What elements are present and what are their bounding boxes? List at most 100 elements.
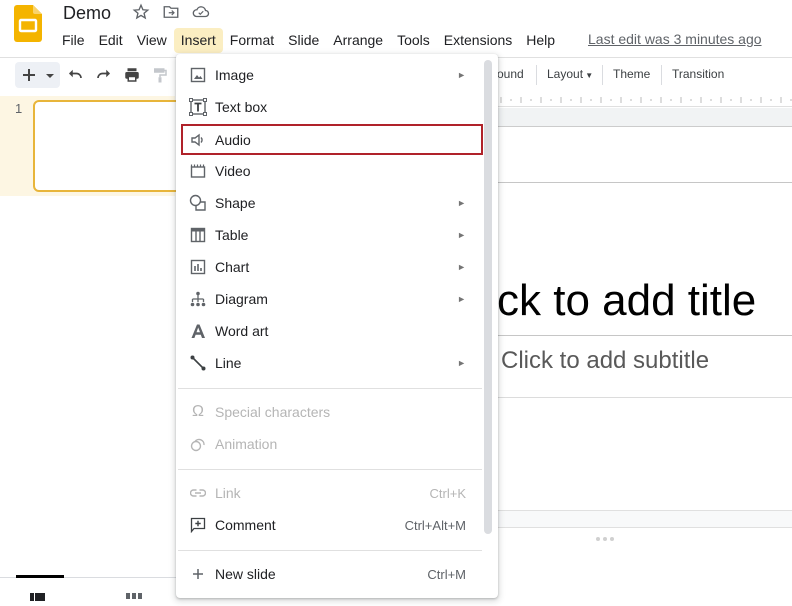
dropdown-icon[interactable] — [43, 66, 57, 84]
menu-item-text-box[interactable]: Text box — [176, 91, 484, 123]
menu-item-label: Special characters — [215, 404, 331, 420]
menu-item-label: Animation — [215, 436, 278, 452]
layout-label: Layout — [547, 67, 584, 81]
move-to-folder-icon[interactable] — [162, 3, 180, 21]
toolbar-divider — [602, 65, 603, 85]
filmstrip-view-icon[interactable] — [30, 588, 46, 601]
menu-divider — [178, 550, 482, 551]
menu-item-image[interactable]: Image ► — [176, 59, 484, 91]
menu-item-label: Line — [215, 355, 242, 371]
text-box-icon — [188, 97, 208, 117]
new-slide-icon[interactable] — [21, 66, 39, 84]
menu-item-chart[interactable]: Chart ► — [176, 251, 484, 283]
menu-bar: File Edit View Insert Format Slide Arran… — [55, 27, 562, 53]
submenu-arrow-icon: ► — [457, 70, 466, 80]
comment-icon — [188, 515, 208, 535]
menu-item-diagram[interactable]: Diagram ► — [176, 283, 484, 315]
caret-down-icon: ▼ — [583, 71, 594, 80]
slide-number: 1 — [15, 101, 23, 116]
toolbar-divider — [661, 65, 662, 85]
link-icon — [188, 483, 208, 503]
menu-item-label: Table — [215, 227, 249, 243]
menu-item-line[interactable]: Line ► — [176, 347, 484, 379]
audio-icon — [188, 130, 208, 150]
menu-edit[interactable]: Edit — [92, 28, 130, 53]
menu-arrange[interactable]: Arrange — [326, 28, 390, 53]
star-icon[interactable] — [132, 3, 150, 21]
background-button[interactable]: ound — [497, 66, 524, 83]
slide-thumbnail[interactable] — [33, 100, 193, 192]
video-icon — [188, 161, 208, 181]
menu-item-label: Shape — [215, 195, 256, 211]
menu-item-label: Diagram — [215, 291, 268, 307]
menu-item-animation[interactable]: Animation — [176, 428, 484, 460]
subtitle-placeholder-border — [497, 335, 792, 336]
line-icon — [188, 353, 208, 373]
transition-button[interactable]: Transition — [672, 66, 724, 83]
menu-slide[interactable]: Slide — [281, 28, 326, 53]
layout-button[interactable]: Layout ▼ — [547, 66, 593, 84]
paint-format-icon[interactable] — [151, 66, 169, 84]
shape-icon — [188, 193, 208, 213]
shortcut-label: Ctrl+M — [427, 566, 466, 582]
toolbar-divider — [536, 65, 537, 85]
menu-item-label: Audio — [215, 131, 251, 148]
submenu-arrow-icon: ► — [457, 294, 466, 304]
theme-button[interactable]: Theme — [613, 66, 650, 83]
submenu-arrow-icon: ► — [457, 262, 466, 272]
animation-icon — [188, 434, 208, 454]
menu-tools[interactable]: Tools — [390, 28, 437, 53]
menu-item-video[interactable]: Video — [176, 155, 484, 187]
redo-icon[interactable] — [95, 66, 113, 84]
menu-item-table[interactable]: Table ► — [176, 219, 484, 251]
menu-format[interactable]: Format — [223, 28, 281, 53]
grid-view-icon[interactable] — [126, 588, 142, 599]
submenu-arrow-icon: ► — [457, 198, 466, 208]
menu-item-link[interactable]: Link Ctrl+K — [176, 477, 484, 509]
menu-item-special-characters[interactable]: Ω Special characters — [176, 396, 484, 428]
menu-extensions[interactable]: Extensions — [437, 28, 519, 53]
cloud-saved-icon[interactable] — [192, 3, 210, 21]
menu-item-word-art[interactable]: Word art — [176, 315, 484, 347]
submenu-arrow-icon: ► — [457, 230, 466, 240]
image-icon — [188, 65, 208, 85]
menu-item-label: Word art — [215, 323, 269, 339]
undo-icon[interactable] — [66, 66, 84, 84]
speaker-notes-bar — [497, 510, 792, 528]
menu-insert[interactable]: Insert — [173, 27, 223, 53]
menu-item-label: Text box — [215, 99, 268, 115]
menu-item-label: Comment — [215, 517, 276, 533]
submenu-arrow-icon: ► — [457, 358, 466, 368]
title-placeholder-border — [497, 182, 792, 183]
horizontal-ruler — [497, 93, 792, 107]
filmstrip-view-indicator — [16, 575, 64, 578]
menu-help[interactable]: Help — [519, 28, 562, 53]
menu-item-comment[interactable]: Comment Ctrl+Alt+M — [176, 509, 484, 541]
menu-file[interactable]: File — [55, 28, 92, 53]
chart-icon — [188, 257, 208, 277]
menu-view[interactable]: View — [130, 28, 174, 53]
menu-item-label: Video — [215, 163, 251, 179]
menu-item-label: Chart — [215, 259, 250, 275]
speaker-notes-resize-handle[interactable] — [596, 528, 620, 541]
word-art-icon — [188, 321, 208, 341]
insert-menu: Image ► Text box Audio Video Shape ► Tab… — [176, 54, 498, 598]
slides-logo[interactable] — [14, 5, 42, 42]
title-placeholder[interactable]: ck to add title — [497, 276, 756, 326]
menu-divider — [178, 469, 482, 470]
menu-item-shape[interactable]: Shape ► — [176, 187, 484, 219]
print-icon[interactable] — [123, 66, 141, 84]
shortcut-label: Ctrl+Alt+M — [404, 517, 466, 533]
shortcut-label: Ctrl+K — [429, 485, 466, 501]
subtitle-placeholder-border — [497, 397, 792, 398]
menu-item-audio[interactable]: Audio — [181, 124, 483, 155]
menu-item-label: New slide — [215, 566, 276, 582]
subtitle-placeholder[interactable]: Click to add subtitle — [501, 347, 709, 375]
menu-divider — [178, 388, 482, 389]
diagram-icon — [188, 289, 208, 309]
plus-icon — [188, 564, 208, 584]
last-edit-link[interactable]: Last edit was 3 minutes ago — [588, 31, 762, 47]
menu-scrollbar[interactable] — [484, 60, 492, 534]
document-title[interactable]: Demo — [63, 2, 111, 24]
menu-item-new-slide[interactable]: New slide Ctrl+M — [176, 558, 484, 590]
